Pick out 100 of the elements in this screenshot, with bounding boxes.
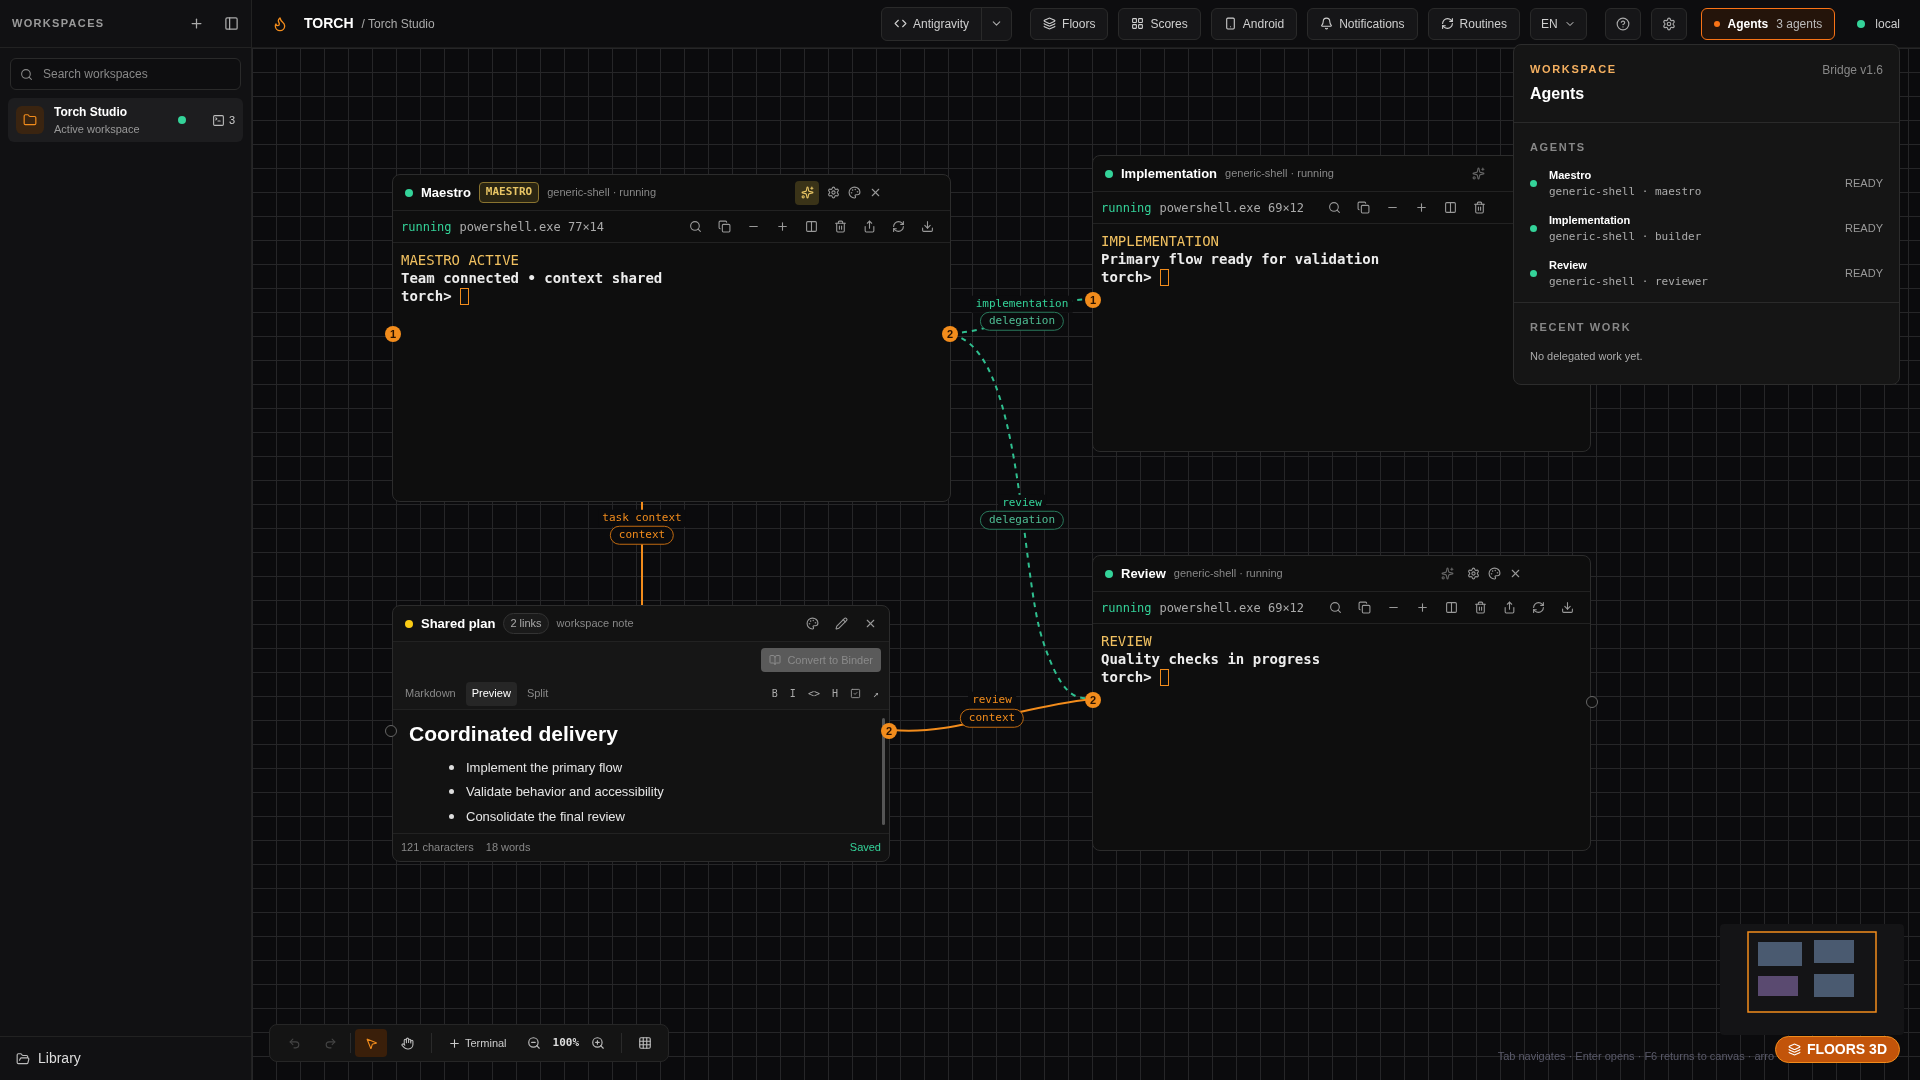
toolbar-button[interactable]: Antigravity <box>882 7 982 40</box>
editor-tab[interactable]: Preview <box>465 681 517 706</box>
text-cursor <box>1159 268 1169 286</box>
folder-icon <box>16 106 44 134</box>
toolbar-button[interactable]: Scores <box>1118 7 1201 40</box>
plus-icon[interactable] <box>776 220 789 233</box>
palette-icon[interactable] <box>1488 567 1501 580</box>
breadcrumb: / Torch Studio <box>361 15 435 33</box>
plus-icon[interactable] <box>1415 201 1428 214</box>
port-handle[interactable] <box>385 725 397 737</box>
minimap-drawing[interactable] <box>1720 924 1904 1035</box>
agent-item[interactable]: Implementation generic-shell · builder READY <box>1530 212 1883 245</box>
refresh-icon[interactable] <box>892 220 905 233</box>
close-icon[interactable] <box>869 186 882 199</box>
palette-icon[interactable] <box>848 186 861 199</box>
port-handle[interactable]: 2 <box>1085 692 1101 708</box>
flame-logo-icon <box>272 15 288 32</box>
toolbar-button[interactable]: Routines <box>1427 7 1520 40</box>
editor-tab[interactable]: Split <box>520 681 555 706</box>
section-title: RECENT WORK <box>1530 320 1633 335</box>
search-icon[interactable] <box>1328 201 1341 214</box>
help-icon <box>1615 16 1630 31</box>
sparkle-icon <box>1440 567 1454 580</box>
toolbar-button[interactable]: Notifications <box>1307 7 1418 40</box>
trash-icon[interactable] <box>834 220 847 233</box>
plus-icon <box>448 1036 461 1050</box>
editor-tab[interactable]: Markdown <box>399 681 462 706</box>
undo-icon <box>287 1036 301 1050</box>
format-button[interactable]: H <box>831 686 838 701</box>
trash-icon[interactable] <box>1474 601 1487 614</box>
connection-label: local <box>1875 15 1900 33</box>
columns-icon[interactable] <box>1444 201 1457 214</box>
format-button[interactable]: ↗ <box>872 686 879 701</box>
format-button[interactable]: <> <box>807 686 820 701</box>
copy-icon[interactable] <box>1357 201 1370 214</box>
port-handle[interactable]: 1 <box>1085 292 1101 308</box>
export-icon[interactable] <box>1503 601 1516 614</box>
zoom-out-icon[interactable] <box>526 1036 541 1050</box>
search-icon[interactable] <box>1329 601 1342 614</box>
checklist-icon[interactable] <box>849 688 861 699</box>
close-icon[interactable] <box>864 617 877 630</box>
export-icon[interactable] <box>863 220 876 233</box>
scrollbar[interactable] <box>882 718 885 825</box>
add-terminal-button[interactable]: Terminal <box>440 1029 515 1057</box>
refresh-icon[interactable] <box>1532 601 1545 614</box>
trash-icon[interactable] <box>1473 201 1486 214</box>
sparkle-button[interactable] <box>795 180 819 205</box>
agent-item[interactable]: Maestro generic-shell · maestro READY <box>1530 167 1883 200</box>
connector-tag: delegation <box>979 510 1065 530</box>
download-icon[interactable] <box>921 220 934 233</box>
grid-icon[interactable] <box>638 1036 653 1050</box>
refresh-icon <box>1440 17 1454 30</box>
close-icon[interactable] <box>1509 567 1522 580</box>
workspace-item[interactable]: Torch Studio Active workspace 3 <box>8 98 243 142</box>
settings-icon[interactable] <box>1467 567 1480 580</box>
zoom-in-icon[interactable] <box>591 1036 606 1050</box>
pointer-tool[interactable] <box>355 1029 387 1057</box>
format-button[interactable]: B <box>771 686 778 701</box>
terminal-icon <box>211 113 225 127</box>
copy-icon[interactable] <box>718 220 731 233</box>
panel-toggle-icon[interactable] <box>224 16 239 31</box>
add-icon[interactable] <box>189 16 204 31</box>
port-handle[interactable]: 2 <box>881 723 897 739</box>
search-icon[interactable] <box>689 220 702 233</box>
search-field[interactable]: Search workspaces <box>10 58 241 90</box>
bell-icon <box>1320 17 1334 30</box>
columns-icon[interactable] <box>805 220 818 233</box>
port-handle[interactable] <box>1586 696 1598 708</box>
download-icon[interactable] <box>1561 601 1574 614</box>
agent-item[interactable]: Review generic-shell · reviewer READY <box>1530 257 1883 290</box>
pencil-icon[interactable] <box>835 617 848 630</box>
terminal-prompt: torch> <box>401 287 452 305</box>
port-handle[interactable]: 2 <box>942 326 958 342</box>
palette-icon[interactable] <box>806 617 819 630</box>
process-name: powershell.exe 77×14 <box>459 218 605 236</box>
text-cursor <box>459 287 469 305</box>
bullet-text: Validate behavior and accessibility <box>466 783 664 801</box>
hand-icon <box>400 1036 414 1050</box>
plus-icon[interactable] <box>1416 601 1429 614</box>
columns-icon[interactable] <box>1445 601 1458 614</box>
bullet-icon <box>449 789 454 795</box>
copy-icon[interactable] <box>1358 601 1371 614</box>
language-select[interactable]: EN <box>1529 7 1587 40</box>
toolbar-button[interactable]: Android <box>1210 7 1298 40</box>
terminal-line: IMPLEMENTATION <box>1101 232 1219 250</box>
floors-3d-button[interactable]: FLOORS 3D <box>1774 1036 1900 1063</box>
toolbar-button[interactable]: Floors <box>1030 7 1109 40</box>
grid-icon <box>1131 17 1145 30</box>
bullet-icon <box>449 813 454 819</box>
library-link[interactable]: Library <box>38 1048 81 1069</box>
settings-button[interactable] <box>1650 7 1687 40</box>
phone-icon <box>1223 17 1237 30</box>
terminal-line: Team connected • context shared <box>401 269 663 287</box>
help-button[interactable] <box>1604 7 1641 40</box>
settings-icon[interactable] <box>827 186 840 199</box>
agents-button[interactable]: Agents 3 agents <box>1700 7 1836 40</box>
word-count: 18 words <box>485 840 531 856</box>
format-button[interactable]: I <box>789 686 796 701</box>
port-handle[interactable]: 1 <box>385 326 401 342</box>
terminal-prompt: torch> <box>1101 268 1152 286</box>
